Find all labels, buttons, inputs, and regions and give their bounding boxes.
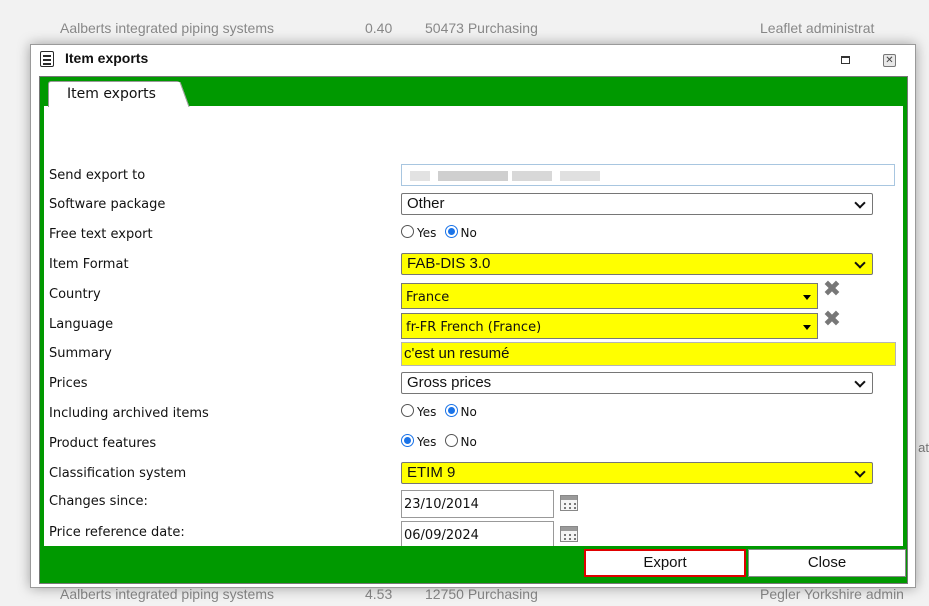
product-features-no-label: No bbox=[460, 435, 477, 449]
bg-col3: 12750 Purchasing bbox=[425, 586, 538, 602]
item-format-label: Item Format bbox=[49, 257, 129, 272]
software-package-value: Other bbox=[407, 195, 445, 212]
dialog-title: Item exports bbox=[65, 50, 149, 66]
bg-fragment: at bbox=[918, 440, 929, 455]
clear-x-icon[interactable]: ✖ bbox=[822, 309, 842, 331]
summary-label: Summary bbox=[49, 346, 112, 361]
row-classification-system: Classification system ETIM 9 bbox=[40, 459, 907, 489]
product-features-label: Product features bbox=[49, 436, 157, 451]
send-export-to-input[interactable] bbox=[401, 164, 895, 186]
row-country: Country France ✖ bbox=[40, 279, 907, 310]
chevron-down-icon bbox=[854, 257, 866, 269]
bg-company: Aalberts integrated piping systems bbox=[60, 20, 274, 36]
row-product-features: Product features Yes No bbox=[40, 429, 907, 459]
changes-since-input[interactable]: 23/10/2014 bbox=[401, 490, 554, 518]
row-price-reference-date: Price reference date: 06/09/2024 bbox=[40, 518, 907, 549]
country-value: France bbox=[406, 290, 450, 305]
chevron-down-icon bbox=[854, 376, 866, 388]
background-row: Aalberts integrated piping systems 0.40 … bbox=[0, 18, 929, 40]
row-changes-since: Changes since: 23/10/2014 bbox=[40, 487, 907, 518]
software-package-label: Software package bbox=[49, 197, 166, 212]
country-combobox[interactable]: France bbox=[401, 283, 818, 309]
price-reference-date-label: Price reference date: bbox=[49, 525, 185, 540]
free-text-export-no-label: No bbox=[460, 226, 477, 240]
row-item-format: Item Format FAB-DIS 3.0 bbox=[40, 250, 907, 280]
export-button[interactable]: Export bbox=[584, 549, 746, 577]
classification-system-label: Classification system bbox=[49, 466, 187, 481]
prices-select[interactable]: Gross prices bbox=[401, 372, 873, 394]
bg-company: Aalberts integrated piping systems bbox=[60, 586, 274, 602]
language-value: fr-FR French (France) bbox=[406, 320, 542, 335]
item-format-value: FAB-DIS 3.0 bbox=[407, 255, 491, 272]
archived-yes-radio[interactable] bbox=[401, 404, 414, 417]
free-text-export-label: Free text export bbox=[49, 227, 153, 242]
send-export-to-label: Send export to bbox=[49, 168, 146, 183]
product-features-radios: Yes No bbox=[401, 434, 481, 449]
maximize-icon[interactable] bbox=[841, 56, 850, 64]
free-text-export-radios: Yes No bbox=[401, 225, 481, 240]
calendar-icon[interactable] bbox=[560, 495, 578, 511]
bg-col2: 4.53 bbox=[365, 586, 393, 602]
dropdown-arrow-icon[interactable] bbox=[803, 325, 811, 330]
free-text-export-yes-radio[interactable] bbox=[401, 225, 414, 238]
chevron-down-icon bbox=[854, 466, 866, 478]
product-features-yes-label: Yes bbox=[417, 435, 437, 449]
item-format-select[interactable]: FAB-DIS 3.0 bbox=[401, 253, 873, 275]
summary-input[interactable]: c'est un resumé bbox=[401, 342, 896, 366]
price-reference-date-input[interactable]: 06/09/2024 bbox=[401, 521, 554, 549]
archived-no-radio[interactable] bbox=[444, 404, 458, 417]
including-archived-items-radios: Yes No bbox=[401, 404, 481, 419]
free-text-export-yes-label: Yes bbox=[417, 226, 437, 240]
dialog-footer: Export Close bbox=[40, 546, 907, 583]
language-combobox[interactable]: fr-FR French (France) bbox=[401, 313, 818, 339]
country-label: Country bbox=[49, 287, 101, 302]
prices-value: Gross prices bbox=[407, 374, 492, 391]
clear-x-icon[interactable]: ✖ bbox=[822, 279, 842, 301]
row-send-export-to: Send export to bbox=[40, 161, 907, 191]
product-features-no-radio[interactable] bbox=[444, 434, 458, 447]
row-summary: Summary c'est un resumé bbox=[40, 339, 907, 369]
row-language: Language fr-FR French (France) ✖ bbox=[40, 309, 907, 340]
item-exports-dialog: Item exports ✕ Item exports Send export … bbox=[30, 44, 916, 588]
close-icon[interactable]: ✕ bbox=[883, 54, 896, 67]
dialog-titlebar[interactable]: Item exports ✕ bbox=[31, 45, 915, 73]
prices-label: Prices bbox=[49, 376, 88, 391]
archived-yes-label: Yes bbox=[417, 405, 437, 419]
changes-since-label: Changes since: bbox=[49, 494, 148, 509]
classification-system-value: ETIM 9 bbox=[407, 464, 456, 481]
close-button[interactable]: Close bbox=[748, 549, 906, 577]
tab-item-exports[interactable]: Item exports bbox=[48, 81, 180, 107]
dropdown-arrow-icon[interactable] bbox=[803, 295, 811, 300]
free-text-export-no-radio[interactable] bbox=[444, 225, 458, 238]
row-prices: Prices Gross prices bbox=[40, 369, 907, 399]
product-features-yes-radio[interactable] bbox=[401, 434, 414, 447]
dialog-frame: Item exports Send export to Software pac… bbox=[39, 76, 908, 584]
including-archived-items-label: Including archived items bbox=[49, 406, 209, 421]
bg-col3: 50473 Purchasing bbox=[425, 20, 538, 36]
list-icon bbox=[40, 51, 54, 67]
bg-col2: 0.40 bbox=[365, 20, 393, 36]
chevron-down-icon bbox=[854, 197, 866, 209]
language-label: Language bbox=[49, 317, 114, 332]
software-package-select[interactable]: Other bbox=[401, 193, 873, 215]
row-free-text-export: Free text export Yes No bbox=[40, 220, 907, 250]
row-including-archived-items: Including archived items Yes No bbox=[40, 399, 907, 429]
bg-col4: Pegler Yorkshire admin bbox=[760, 586, 904, 602]
archived-no-label: No bbox=[460, 405, 477, 419]
bg-col4: Leaflet administrat bbox=[760, 20, 875, 36]
classification-system-select[interactable]: ETIM 9 bbox=[401, 462, 873, 484]
tab-strip: Item exports bbox=[40, 77, 907, 107]
row-software-package: Software package Other bbox=[40, 190, 907, 220]
calendar-icon[interactable] bbox=[560, 526, 578, 542]
